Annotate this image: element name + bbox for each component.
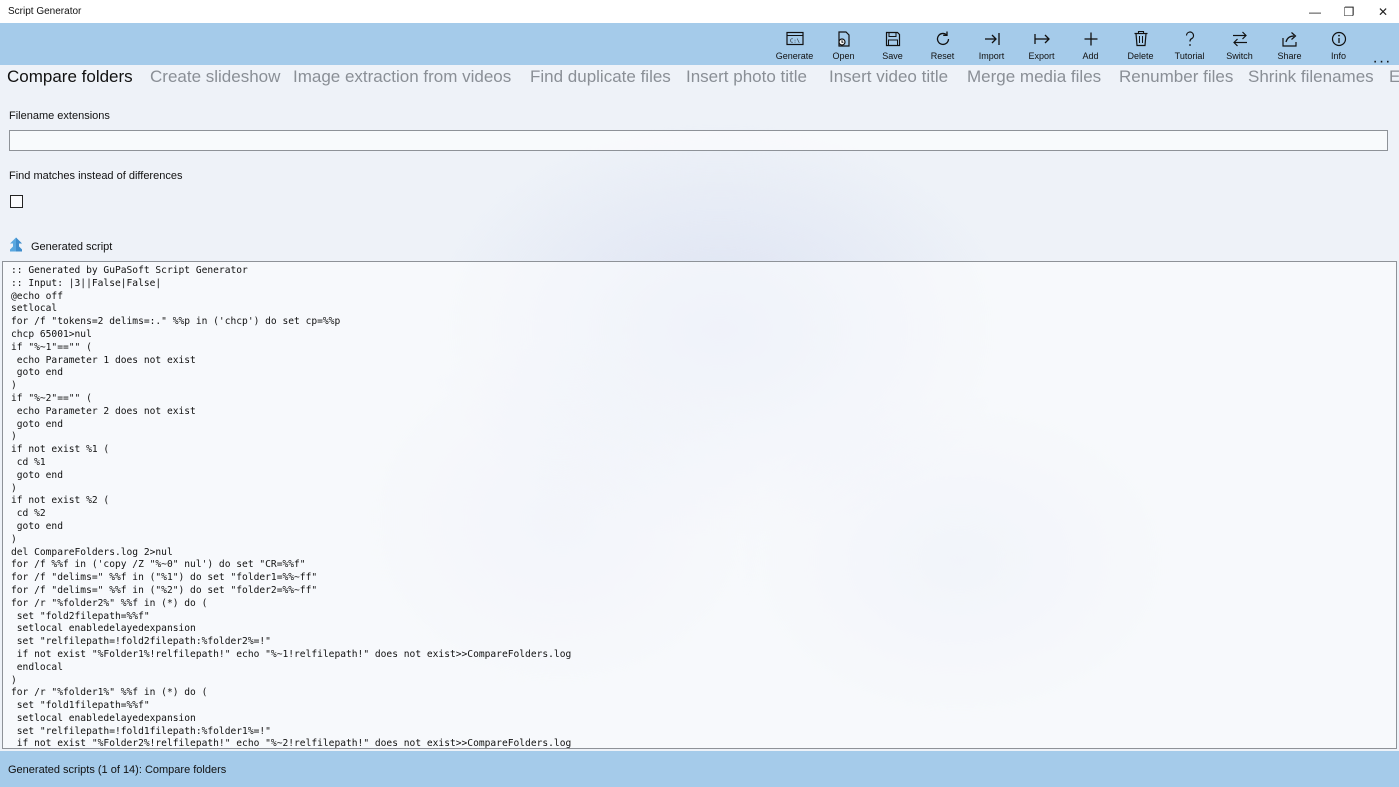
tab-create-slideshow[interactable]: Create slideshow	[150, 67, 280, 87]
export-icon	[1017, 26, 1066, 52]
tab-find-duplicate-files[interactable]: Find duplicate files	[530, 67, 671, 87]
share-button[interactable]: Share	[1265, 23, 1314, 65]
switch-icon	[1215, 26, 1264, 52]
extensions-label: Filename extensions	[9, 110, 110, 122]
find-matches-label: Find matches instead of differences	[9, 170, 183, 182]
tutorial-button[interactable]: Tutorial	[1165, 23, 1214, 65]
tutorial-label: Tutorial	[1174, 51, 1205, 61]
switch-button[interactable]: Switch	[1215, 23, 1264, 65]
add-label: Add	[1082, 51, 1099, 61]
tab-shrink-filenames[interactable]: Shrink filenames	[1248, 67, 1374, 87]
reset-icon	[918, 26, 967, 52]
title-bar: Script Generator — ❐ ✕	[0, 0, 1399, 23]
close-button[interactable]: ✕	[1365, 0, 1399, 23]
svg-text:C:\: C:\	[790, 38, 800, 44]
add-icon	[1066, 26, 1115, 52]
delete-label: Delete	[1127, 51, 1154, 61]
switch-label: Switch	[1226, 51, 1253, 61]
import-icon	[967, 26, 1016, 52]
info-label: Info	[1330, 51, 1346, 61]
open-icon	[819, 26, 868, 52]
tab-next-partial[interactable]: E	[1389, 67, 1399, 87]
share-icon	[1265, 26, 1314, 52]
import-label: Import	[978, 51, 1005, 61]
export-label: Export	[1028, 51, 1055, 61]
generate-button[interactable]: C:\ Generate	[770, 23, 819, 65]
save-button[interactable]: Save	[868, 23, 917, 65]
extensions-input[interactable]	[9, 130, 1388, 151]
open-button[interactable]: Open	[819, 23, 868, 65]
window-title: Script Generator	[8, 6, 82, 17]
add-button[interactable]: Add	[1066, 23, 1115, 65]
generated-script-label: Generated script	[31, 241, 113, 253]
save-icon	[868, 26, 917, 52]
generated-script-content: :: Generated by GuPaSoft Script Generato…	[11, 265, 572, 749]
status-text: Generated scripts (1 of 14): Compare fol…	[8, 764, 227, 776]
generated-script-icon	[9, 237, 23, 257]
info-icon	[1314, 26, 1363, 52]
generate-label: Generate	[775, 51, 814, 61]
export-button[interactable]: Export	[1017, 23, 1066, 65]
pivot-tabs: Compare folders Create slideshow Image e…	[0, 65, 1399, 93]
status-bar: Generated scripts (1 of 14): Compare fol…	[0, 751, 1399, 787]
tab-compare-folders[interactable]: Compare folders	[7, 67, 133, 87]
generated-script-header: Generated script	[9, 237, 113, 257]
reset-label: Reset	[930, 51, 955, 61]
open-label: Open	[832, 51, 855, 61]
delete-icon	[1116, 26, 1165, 52]
find-matches-checkbox[interactable]	[10, 195, 23, 208]
tab-renumber-files[interactable]: Renumber files	[1119, 67, 1233, 87]
reset-button[interactable]: Reset	[918, 23, 967, 65]
info-button[interactable]: Info	[1314, 23, 1363, 65]
generate-icon: C:\	[770, 26, 819, 52]
generated-script-textbox[interactable]: :: Generated by GuPaSoft Script Generato…	[2, 261, 1397, 749]
minimize-button[interactable]: —	[1297, 0, 1333, 23]
maximize-button[interactable]: ❐	[1331, 0, 1367, 23]
delete-button[interactable]: Delete	[1116, 23, 1165, 65]
import-button[interactable]: Import	[967, 23, 1016, 65]
share-label: Share	[1277, 51, 1302, 61]
command-bar: C:\ Generate Open Save Reset Import Expo…	[0, 23, 1399, 70]
tab-insert-video-title[interactable]: Insert video title	[829, 67, 948, 87]
save-label: Save	[882, 51, 903, 61]
tab-merge-media-files[interactable]: Merge media files	[967, 67, 1101, 87]
tab-insert-photo-title[interactable]: Insert photo title	[686, 67, 807, 87]
tab-image-extraction[interactable]: Image extraction from videos	[293, 67, 511, 87]
tutorial-icon	[1165, 26, 1214, 52]
